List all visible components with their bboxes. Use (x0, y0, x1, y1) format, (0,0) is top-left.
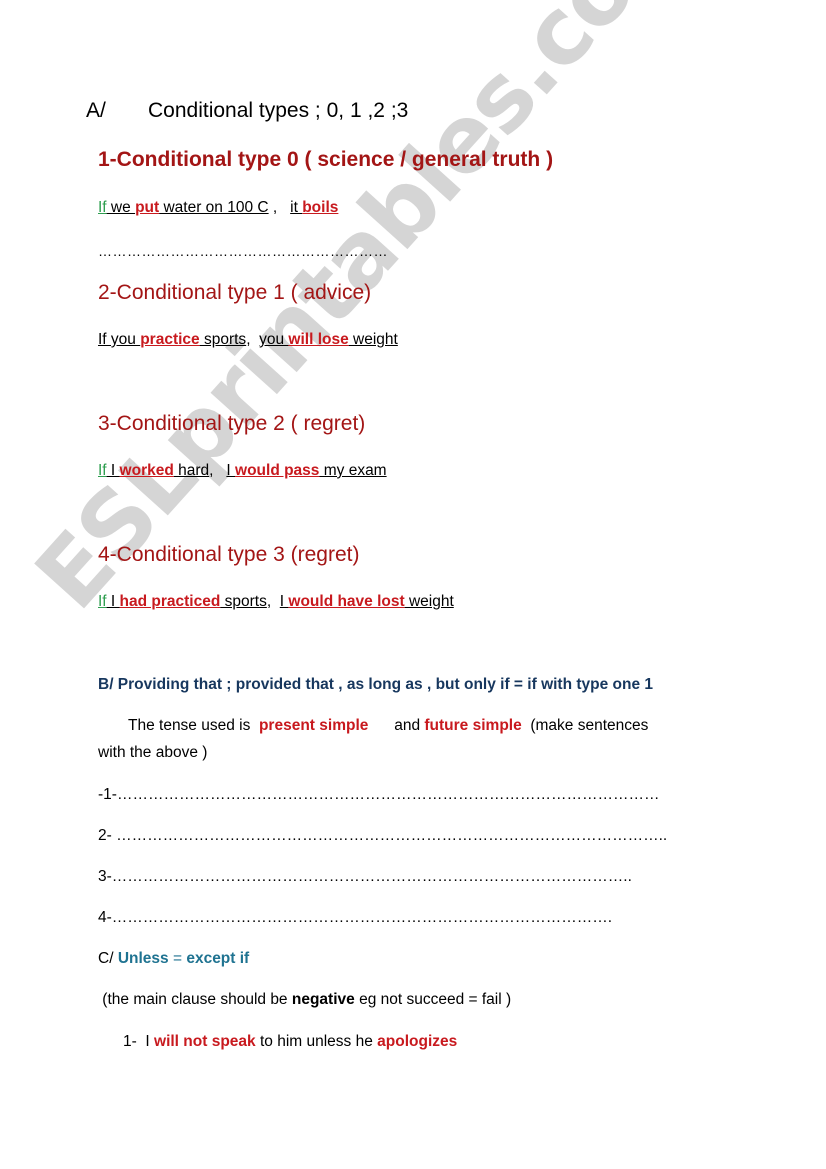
section-a-label: A/ (86, 99, 106, 122)
equals-sign: = (168, 950, 187, 967)
example-text: I (226, 462, 236, 479)
example-text: sports (220, 593, 267, 610)
verb-highlight: had practiced (119, 593, 221, 610)
instruction-text: (make sentences (521, 717, 649, 734)
type-0-example: If we put water on 100 C , it boils (98, 199, 338, 217)
example-text: my exam (319, 462, 387, 479)
verb-highlight: would have lost (288, 593, 405, 610)
section-b-heading: B/ Providing that ; provided that , as l… (98, 676, 654, 693)
if-keyword: If (98, 199, 107, 216)
verb-highlight: boils (302, 199, 339, 216)
watermark: ESLprintables.com (15, 0, 718, 630)
verb-highlight: apologizes (377, 1033, 458, 1050)
type-0-heading: 1-Conditional type 0 ( science / general… (98, 148, 554, 171)
answer-blank[interactable]: …………………………………………………… (98, 243, 388, 259)
section-c-example: 1- I will not speak to him unless he apo… (123, 1033, 457, 1051)
verb-highlight: would pass (235, 462, 320, 479)
verb-highlight: worked (119, 462, 174, 479)
unless-definition: except if (186, 950, 250, 967)
type-2-example: If I worked hard, I would pass my exam (98, 462, 387, 480)
example-text: water on 100 C (159, 199, 269, 216)
type-2-heading: 3-Conditional type 2 ( regret) (98, 412, 366, 435)
instruction-text: The tense used is (128, 717, 259, 734)
separator: , (209, 462, 227, 479)
section-b-instructions-line2: with the above ) (98, 744, 208, 761)
separator: , (266, 593, 280, 610)
verb-highlight: will lose (288, 331, 349, 348)
example-text: I (106, 462, 120, 479)
type-3-example: If I had practiced sports, I would have … (98, 593, 454, 611)
example-text: hard (173, 462, 210, 479)
example-text: I (106, 593, 120, 610)
type-1-example: If you practice sports, you will lose we… (98, 331, 398, 349)
verb-highlight: practice (140, 331, 200, 348)
note-text: eg not succeed = fail ) (354, 991, 512, 1008)
note-negative: negative (291, 991, 355, 1008)
section-a-title: A/Conditional types ; 0, 1 ,2 ;3 (0, 99, 408, 123)
example-text: you (259, 331, 289, 348)
if-keyword: If (98, 462, 107, 479)
instruction-text: and (368, 717, 425, 734)
answer-line-2[interactable]: 2- …………………………………………………………………………………………….. (98, 827, 667, 845)
section-c-heading: C/ Unless = except if (98, 950, 249, 968)
answer-line-3[interactable]: 3-……………………………………………………………………………………….. (98, 868, 632, 886)
separator: , (246, 331, 260, 348)
example-text: to him unless he (255, 1033, 378, 1050)
note-text: (the main clause should be (98, 991, 292, 1008)
section-a-heading: Conditional types ; 0, 1 ,2 ;3 (148, 99, 409, 122)
type-1-heading: 2-Conditional type 1 ( advice) (98, 281, 372, 304)
section-c-label: C/ (98, 950, 118, 967)
tense-future-simple: future simple (424, 717, 522, 734)
if-keyword: If (98, 593, 107, 610)
verb-highlight: will not speak (154, 1033, 256, 1050)
example-text: 1- I (123, 1033, 155, 1050)
example-text: it (290, 199, 303, 216)
answer-line-4[interactable]: 4-……………………………………………………………………………………. (98, 909, 612, 927)
type-3-heading: 4-Conditional type 3 (regret) (98, 543, 360, 566)
section-b-instructions: The tense used is present simple and fut… (128, 717, 648, 735)
unless-term: Unless (117, 950, 169, 967)
verb-highlight: put (135, 199, 160, 216)
tense-present-simple: present simple (258, 717, 369, 734)
example-text: weight (348, 331, 398, 348)
answer-line-1[interactable]: -1-…………………………………………………………………………………………… (98, 786, 659, 804)
example-text: we (106, 199, 136, 216)
example-text: sports (199, 331, 247, 348)
example-text: weight (404, 593, 454, 610)
separator: , (268, 199, 291, 216)
section-c-note: (the main clause should be negative eg n… (98, 991, 511, 1009)
example-text: If you (98, 331, 141, 348)
